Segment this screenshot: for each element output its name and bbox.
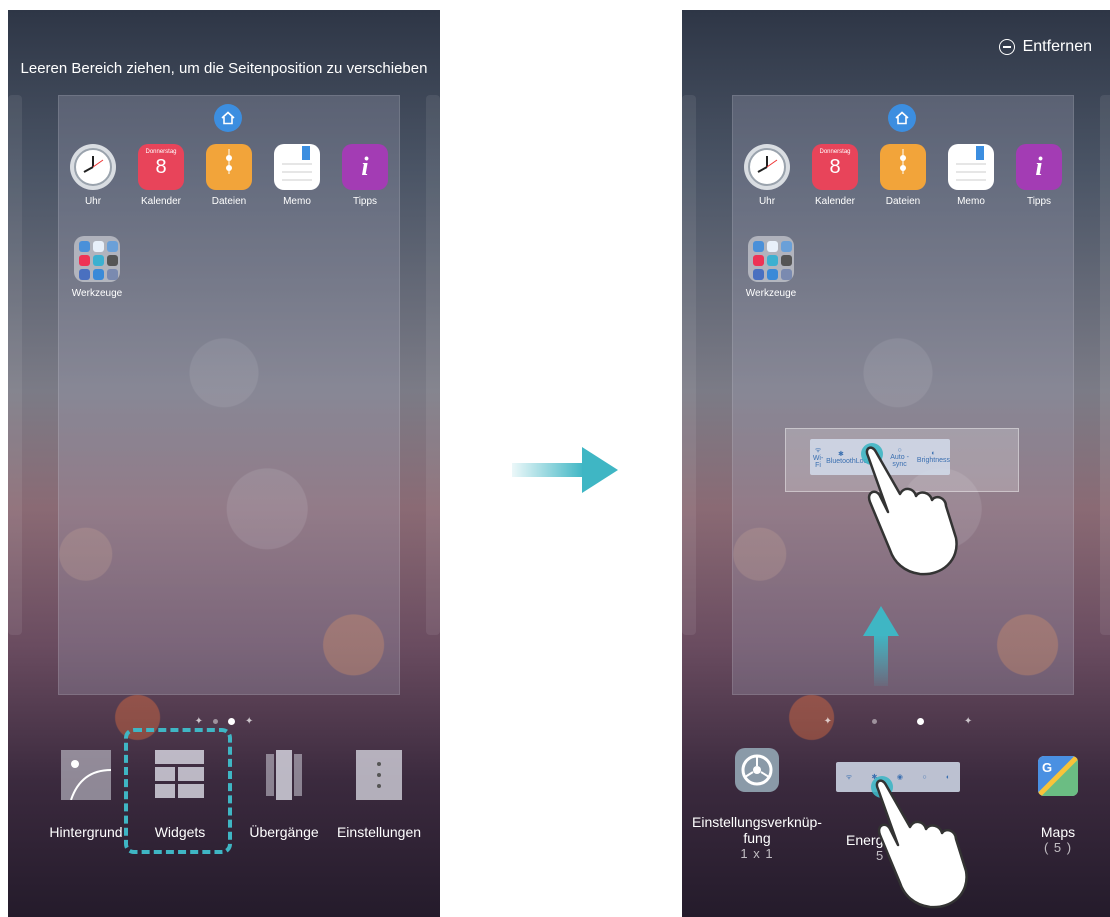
menu-widgets[interactable]: Widgets (124, 728, 232, 854)
left-page-peek[interactable] (682, 95, 696, 635)
app-label: Memo (283, 196, 311, 207)
app-memo[interactable]: Memo (263, 144, 331, 207)
app-memo[interactable]: Memo (937, 144, 1005, 207)
home-icon[interactable] (888, 104, 916, 132)
widget-size: 1 x 1 (740, 846, 774, 861)
page-dot-active[interactable] (228, 718, 235, 725)
maps-icon: G (1038, 756, 1078, 796)
page-dot[interactable] (872, 719, 877, 724)
app-files[interactable]: Dateien (195, 144, 263, 207)
home-page-preview[interactable]: Uhr Donnerstag 8 Kalender Dateien Memo i (732, 95, 1074, 695)
page-dot-active[interactable] (917, 718, 924, 725)
right-page-peek[interactable] (426, 95, 440, 635)
app-clock[interactable]: Uhr (733, 144, 801, 207)
app-label: Tipps (1026, 196, 1052, 207)
settings-icon (735, 748, 779, 792)
folder-label: Werkzeuge (71, 288, 123, 299)
memo-icon (948, 144, 994, 190)
app-files[interactable]: Dateien (869, 144, 937, 207)
app-tips[interactable]: i Tipps (1005, 144, 1073, 207)
wifi-toggle: ᯤ (845, 773, 853, 781)
settings-dots-icon (356, 750, 402, 800)
app-label: Memo (957, 196, 985, 207)
menu-wallpaper[interactable]: Hintergrund (36, 750, 136, 840)
app-label: Kalender (814, 196, 856, 207)
page-dot[interactable]: ✦ (824, 716, 832, 727)
svg-text:G: G (1042, 760, 1052, 775)
memo-icon (274, 144, 320, 190)
app-label: Dateien (211, 196, 247, 207)
remove-button[interactable]: Entfernen (998, 38, 1092, 56)
page-dot[interactable] (213, 719, 218, 724)
calendar-date: 8 (155, 156, 167, 178)
arrow-right-icon (512, 447, 618, 498)
calendar-weekday: Donnerstag (819, 149, 851, 155)
arrow-up-icon (861, 606, 901, 691)
bluetooth-toggle[interactable]: ✱ Bluetooth (826, 450, 856, 465)
files-icon (206, 144, 252, 190)
menu-transitions[interactable]: Übergänge (244, 750, 324, 840)
widgets-highlight (124, 728, 232, 854)
files-icon (880, 144, 926, 190)
page-dot[interactable]: ✦ (195, 716, 203, 727)
folder-werkzeuge[interactable]: Werkzeuge (741, 236, 801, 299)
remove-label: Entfernen (1022, 38, 1092, 55)
app-tips[interactable]: i Tipps (331, 144, 399, 207)
app-calendar[interactable]: Donnerstag 8 Kalender (127, 144, 195, 207)
calendar-icon: Donnerstag 8 (138, 144, 184, 190)
home-icon[interactable] (214, 104, 242, 132)
toggle-label: Bluetooth (826, 457, 856, 465)
calendar-weekday: Donnerstag (145, 149, 177, 155)
app-label: Dateien (885, 196, 921, 207)
menu-settings[interactable]: Einstellungen (324, 750, 434, 840)
toggle-label: Wi-Fi (812, 454, 824, 469)
widget-maps[interactable]: G Maps ( 5 ) (1008, 756, 1108, 855)
app-label: Uhr (84, 196, 102, 207)
app-label: Kalender (140, 196, 182, 207)
hand-icon (860, 442, 970, 587)
left-screen: Leeren Bereich ziehen, um die Seitenposi… (8, 10, 440, 917)
page-indicator[interactable]: ✦ ✦ (682, 716, 1110, 727)
folder-icon (74, 236, 120, 282)
clock-icon (70, 144, 116, 190)
left-page-peek[interactable] (8, 95, 22, 635)
widget-size: ( 5 ) (1043, 840, 1073, 855)
page-add[interactable]: ✦ (245, 716, 253, 727)
menu-label: Einstellungen (336, 824, 422, 840)
menu-label: Hintergrund (49, 824, 123, 840)
app-label: Tipps (352, 196, 378, 207)
folder-icon (748, 236, 794, 282)
right-page-peek[interactable] (1100, 95, 1110, 635)
widget-name: Einstellungsverknüp- (692, 814, 822, 830)
hand-icon (870, 775, 980, 917)
app-calendar[interactable]: Donnerstag 8 Kalender (801, 144, 869, 207)
drag-hint: Leeren Bereich ziehen, um die Seitenposi… (20, 60, 428, 77)
widget-name-cont: fung (743, 830, 771, 846)
tips-icon: i (342, 144, 388, 190)
home-page-preview[interactable]: Uhr Donnerstag 8 Kalender Dateien Memo i (58, 95, 400, 695)
folder-werkzeuge[interactable]: Werkzeuge (67, 236, 127, 299)
wallpaper-icon (61, 750, 112, 801)
widget-name: Maps (1040, 824, 1076, 840)
clock-icon (744, 144, 790, 190)
app-label: Uhr (758, 196, 776, 207)
widget-settings-shortcut[interactable]: Einstellungsverknüp- fung 1 x 1 (682, 748, 832, 861)
right-screen: Entfernen Uhr Donnerstag 8 Kalender Date… (682, 10, 1110, 917)
app-clock[interactable]: Uhr (59, 144, 127, 207)
remove-icon (998, 39, 1015, 55)
tips-icon: i (1016, 144, 1062, 190)
page-indicator[interactable]: ✦ ✦ (8, 716, 440, 727)
transitions-icon (266, 750, 302, 800)
page-add[interactable]: ✦ (964, 716, 972, 727)
wifi-toggle[interactable]: ᯤ Wi-Fi (810, 446, 826, 469)
menu-label: Übergänge (249, 824, 319, 840)
calendar-icon: Donnerstag 8 (812, 144, 858, 190)
calendar-date: 8 (829, 156, 841, 178)
folder-label: Werkzeuge (745, 288, 797, 299)
